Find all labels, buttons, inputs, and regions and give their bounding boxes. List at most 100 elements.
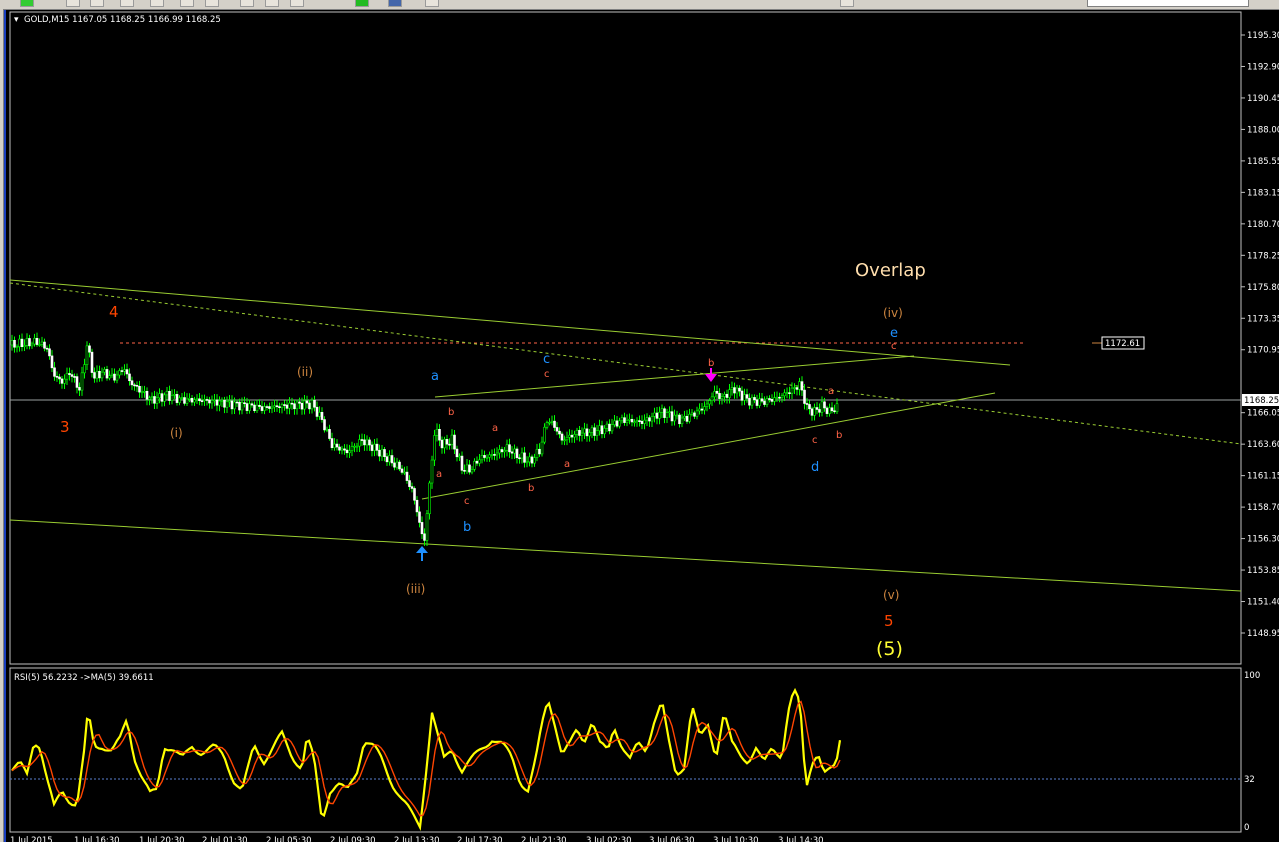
candle-body [375, 443, 379, 451]
candle-body [558, 430, 561, 435]
candle-body [490, 454, 494, 456]
candle-body [420, 522, 424, 535]
price-tick-label: 1166.05 [1247, 409, 1279, 419]
toolbar-button[interactable] [205, 0, 219, 7]
wave-label-a-blue: a [431, 369, 439, 384]
toolbar-button[interactable] [150, 0, 164, 7]
candle-body [555, 427, 559, 432]
toolbar-button[interactable] [180, 0, 194, 7]
candle-body [813, 407, 816, 416]
price-tick-label: 1185.55 [1247, 157, 1279, 167]
candle-body [183, 397, 186, 404]
candle-body [575, 430, 579, 435]
candle-body [335, 443, 339, 448]
candle-body [228, 400, 231, 403]
candle-body [203, 399, 206, 402]
candle-body [713, 390, 716, 398]
candle-body [208, 399, 211, 404]
toolbar-button[interactable] [290, 0, 304, 7]
candle-body [660, 408, 664, 413]
candle-body [250, 403, 254, 406]
toolbar-search-input[interactable] [1087, 0, 1249, 7]
candle-body [715, 390, 719, 394]
candle-body [58, 376, 61, 380]
wave-label-d-blue: d [811, 460, 819, 475]
candle-body [238, 401, 241, 411]
candle-body [320, 412, 324, 420]
candle-body [318, 412, 321, 417]
rsi-tick-0: 0 [1244, 823, 1249, 833]
candle-body [153, 396, 156, 404]
candle-body [438, 429, 441, 441]
candle-body [210, 400, 214, 404]
toolbar-button[interactable] [425, 0, 439, 7]
candle-body [710, 396, 714, 401]
candle-body [623, 417, 626, 423]
candle-body [140, 391, 144, 394]
candle-body [480, 455, 484, 461]
toolbar-button[interactable] [240, 0, 254, 7]
candle-body [240, 402, 244, 411]
price-tick-label: 1151.40 [1247, 598, 1279, 608]
candle-body [598, 425, 601, 431]
chart-svg[interactable]: 1195.30 1192.90 1190.45 1188.00 1185.55 1183.… [6, 10, 1279, 842]
candle-body [265, 406, 269, 408]
candle-body [580, 432, 584, 436]
candle-body [730, 387, 734, 391]
candle-body [150, 396, 154, 399]
candle-body [418, 511, 421, 523]
candle-body [173, 394, 176, 396]
toolbar-button-new-order[interactable] [355, 0, 369, 7]
candle-body [628, 418, 631, 421]
wave-label-e-blue: e [890, 326, 898, 341]
candle-body [675, 414, 679, 417]
candle-body [818, 409, 821, 413]
candle-body [445, 439, 449, 445]
time-tick-label: 1 Jul 16:30 [74, 836, 120, 842]
candle-body [593, 427, 596, 436]
candle-body [10, 339, 14, 346]
candle-body [618, 420, 621, 427]
time-tick-label: 2 Jul 21:30 [521, 836, 567, 842]
candle-body [828, 407, 831, 414]
chart-header-arrow-icon[interactable]: ▾ [14, 15, 19, 25]
candle-body [610, 424, 614, 432]
price-tick-label: 1188.00 [1247, 125, 1279, 135]
candle-body [83, 364, 86, 374]
wave-label-5-paren: (5) [876, 638, 903, 660]
candle-body [78, 387, 81, 391]
toolbar-button-autotrading[interactable] [388, 0, 402, 7]
price-tick-label: 1192.90 [1247, 62, 1279, 72]
candle-body [483, 455, 486, 458]
candle-body [155, 397, 159, 404]
toolbar-button[interactable] [120, 0, 134, 7]
candle-body [263, 406, 266, 411]
candle-body [350, 446, 354, 452]
rsi-tick-32: 32 [1244, 775, 1255, 785]
chart-window[interactable]: 1195.30 1192.90 1190.45 1188.00 1185.55 1183.… [4, 10, 1279, 842]
candle-body [410, 486, 414, 489]
candle-body [450, 434, 454, 445]
candle-body [778, 396, 781, 399]
candle-body [70, 374, 74, 377]
toolbar-button[interactable] [66, 0, 80, 7]
candle-body [810, 408, 814, 416]
toolbar-button[interactable] [840, 0, 854, 7]
sub-label-a: a [492, 423, 498, 434]
candle-body [798, 381, 801, 390]
rsi-header: RSI(5) 56.2232 ->MA(5) 39.6611 [14, 673, 154, 683]
candle-body [360, 439, 364, 441]
candle-body [803, 389, 806, 404]
candle-body [48, 348, 51, 357]
toolbar-button[interactable] [265, 0, 279, 7]
candle-body [768, 398, 771, 400]
price-tick-label: 1170.95 [1247, 346, 1279, 356]
toolbar-button[interactable] [90, 0, 104, 7]
toolbar-button-new[interactable] [20, 0, 34, 7]
candle-body [720, 396, 724, 399]
candle-body [758, 398, 761, 406]
time-tick-label: 2 Jul 01:30 [202, 836, 248, 842]
candle-body [785, 392, 789, 394]
candle-body [110, 373, 114, 376]
candle-body [800, 381, 804, 391]
